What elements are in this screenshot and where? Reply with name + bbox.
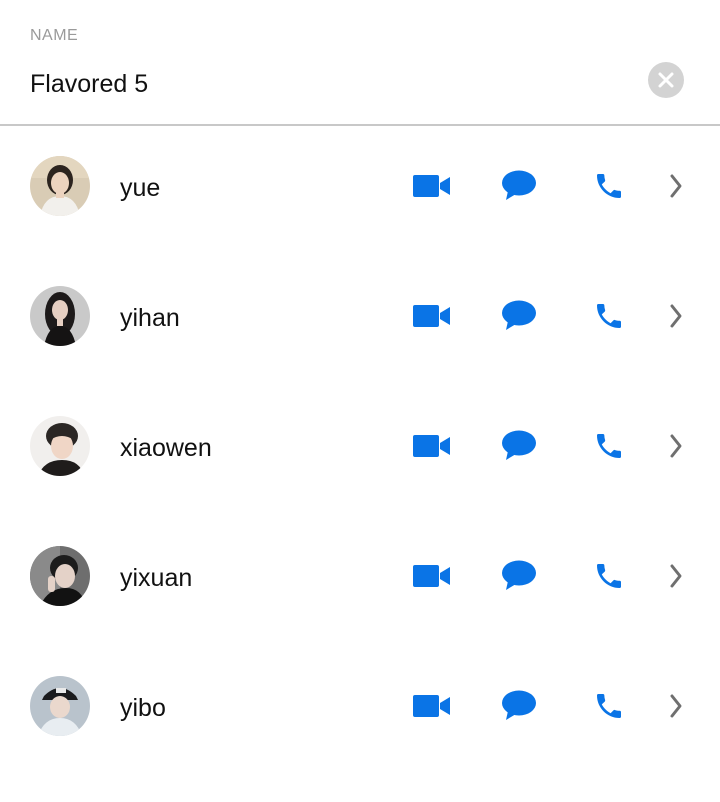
contact-detail-button[interactable] — [664, 168, 688, 204]
avatar — [30, 416, 90, 476]
video-camera-icon — [413, 435, 450, 457]
chat-bubble-icon — [502, 560, 536, 590]
avatar — [30, 286, 90, 346]
name-field-label: NAME — [30, 27, 79, 44]
video-call-button[interactable] — [410, 428, 454, 464]
group-name-header: NAME — [0, 0, 720, 126]
contact-list: yue yihan xiaowen yixuan yibo — [0, 126, 720, 776]
phone-icon — [597, 564, 621, 588]
avatar — [30, 156, 90, 216]
message-button[interactable] — [499, 298, 539, 334]
chevron-right-icon — [670, 304, 682, 328]
audio-call-button[interactable] — [590, 558, 628, 594]
chat-bubble-icon — [502, 430, 536, 460]
avatar — [30, 676, 90, 736]
chat-bubble-icon — [502, 690, 536, 720]
contact-row-yixuan[interactable]: yixuan — [0, 516, 720, 646]
video-camera-icon — [413, 305, 450, 327]
contact-row-yibo[interactable]: yibo — [0, 646, 720, 776]
message-button[interactable] — [499, 688, 539, 724]
contact-row-xiaowen[interactable]: xiaowen — [0, 386, 720, 516]
contact-group-page: NAME yue — [0, 0, 720, 802]
video-camera-icon — [413, 695, 450, 717]
group-name-input[interactable] — [30, 66, 630, 102]
chevron-right-icon — [670, 174, 682, 198]
contact-name: xiaowen — [120, 434, 212, 462]
contact-row-yihan[interactable]: yihan — [0, 256, 720, 386]
contact-detail-button[interactable] — [664, 428, 688, 464]
video-camera-icon — [413, 565, 450, 587]
message-button[interactable] — [499, 558, 539, 594]
close-icon — [658, 72, 674, 88]
video-call-button[interactable] — [410, 558, 454, 594]
phone-icon — [597, 304, 621, 328]
audio-call-button[interactable] — [590, 688, 628, 724]
contact-detail-button[interactable] — [664, 298, 688, 334]
chat-bubble-icon — [502, 300, 536, 330]
chat-bubble-icon — [502, 170, 536, 200]
contact-name: yue — [120, 174, 161, 202]
video-call-button[interactable] — [410, 688, 454, 724]
chevron-right-icon — [670, 564, 682, 588]
contact-name: yixuan — [120, 564, 193, 592]
chevron-right-icon — [670, 694, 682, 718]
message-button[interactable] — [499, 428, 539, 464]
phone-icon — [597, 694, 621, 718]
contact-name: yihan — [120, 304, 180, 332]
message-button[interactable] — [499, 168, 539, 204]
chevron-right-icon — [670, 434, 682, 458]
audio-call-button[interactable] — [590, 168, 628, 204]
video-call-button[interactable] — [410, 168, 454, 204]
video-camera-icon — [413, 175, 450, 197]
contact-name: yibo — [120, 694, 166, 722]
audio-call-button[interactable] — [590, 428, 628, 464]
clear-name-button[interactable] — [648, 62, 684, 98]
contact-detail-button[interactable] — [664, 688, 688, 724]
audio-call-button[interactable] — [590, 298, 628, 334]
phone-icon — [597, 174, 621, 198]
phone-icon — [597, 434, 621, 458]
contact-detail-button[interactable] — [664, 558, 688, 594]
video-call-button[interactable] — [410, 298, 454, 334]
avatar — [30, 546, 90, 606]
contact-row-yue[interactable]: yue — [0, 126, 720, 256]
